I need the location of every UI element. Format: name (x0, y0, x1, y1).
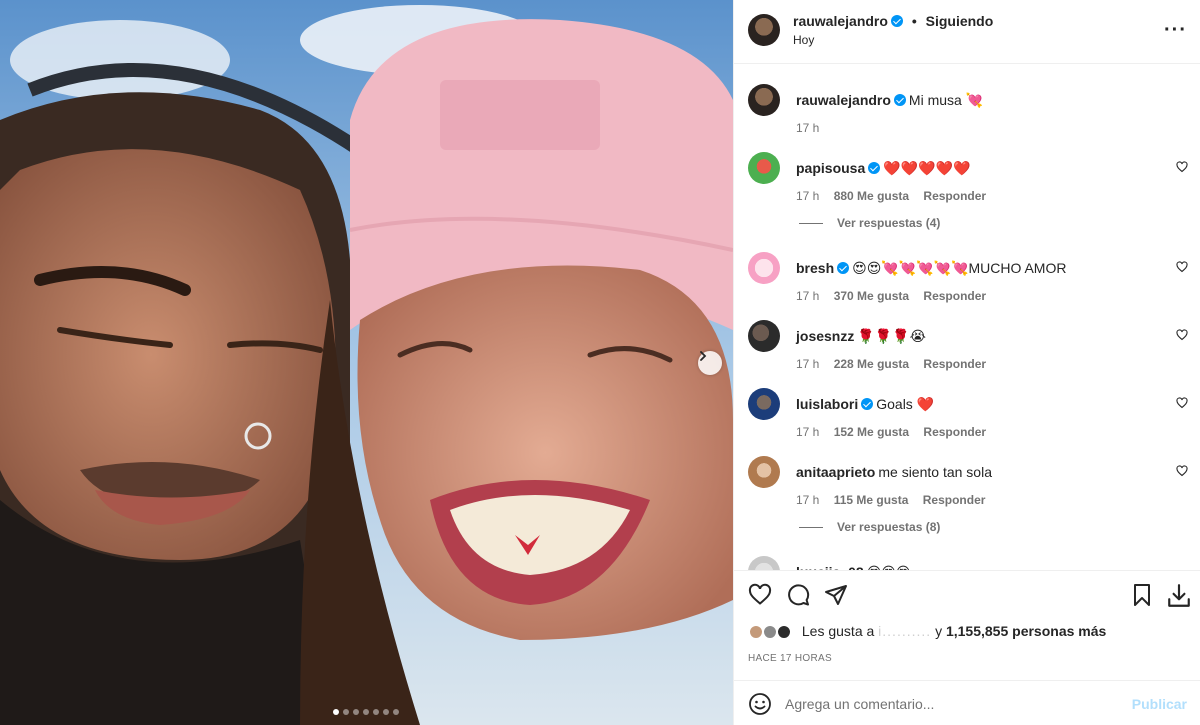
carousel-dot[interactable] (343, 709, 349, 715)
comment-time: 17 h (796, 357, 820, 371)
reply-button[interactable]: Responder (923, 357, 986, 371)
carousel-dot[interactable] (333, 709, 339, 715)
liker-avatars (748, 624, 798, 640)
commenter-username[interactable]: anitaaprieto (796, 464, 875, 480)
caption-username[interactable]: rauwalejandro (796, 92, 891, 108)
commenter-avatar[interactable] (748, 252, 780, 284)
post-header: rauwalejandro • Siguiendo Hoy ··· (734, 0, 1200, 64)
post-actions: Les gusta a i.......... y 1,155,855 pers… (734, 570, 1200, 680)
verified-icon (861, 398, 874, 410)
comment-likes[interactable]: 880 Me gusta (834, 189, 909, 203)
carousel-dots (333, 709, 399, 715)
commenter-avatar[interactable] (748, 152, 780, 184)
view-replies-button[interactable]: Ver respuestas (4) (799, 216, 940, 230)
verified-icon (890, 15, 903, 27)
like-comment-icon[interactable] (1176, 465, 1188, 477)
post-photo[interactable] (0, 0, 733, 725)
commenter-username[interactable]: josesnzz (796, 328, 854, 344)
comment-time: 17 h (796, 425, 820, 439)
reply-button[interactable]: Responder (923, 189, 986, 203)
reply-button[interactable]: Responder (923, 493, 986, 507)
likes-count[interactable]: 1,155,855 personas más (946, 623, 1106, 639)
commenter-username[interactable]: bresh (796, 260, 834, 276)
comment-text: 😍😍💘💘💘💘💘MUCHO AMOR (852, 260, 1067, 276)
carousel-dot[interactable] (383, 709, 389, 715)
chevron-right-icon (700, 351, 707, 361)
commenter-username[interactable]: papisousa (796, 160, 865, 176)
header-subtitle: Hoy (793, 33, 815, 47)
comment-text: Goals ❤️ (876, 396, 935, 412)
comment-icon[interactable] (786, 583, 810, 607)
comment-text: 🌹🌹🌹😭 (857, 328, 927, 344)
likes-conjunction: y (935, 623, 943, 639)
comment-likes[interactable]: 115 Me gusta (834, 493, 909, 507)
more-options-button[interactable]: ··· (1164, 20, 1187, 40)
bookmark-icon[interactable] (1130, 583, 1154, 607)
carousel-dot[interactable] (353, 709, 359, 715)
carousel-dot[interactable] (393, 709, 399, 715)
comments-list[interactable]: rauwalejandro Mi musa 💘 17 h papisousa ❤️❤… (734, 64, 1200, 570)
like-comment-icon[interactable] (1176, 161, 1188, 173)
comment-time: 17 h (796, 289, 820, 303)
send-icon[interactable] (824, 583, 848, 607)
comment-text: me siento tan sola (878, 464, 992, 480)
commenter-avatar[interactable] (748, 388, 780, 420)
like-comment-icon[interactable] (1176, 261, 1188, 273)
caption-text: Mi musa 💘 (908, 92, 984, 108)
post-comment-button[interactable]: Publicar (1132, 696, 1187, 712)
reply-button[interactable]: Responder (923, 289, 986, 303)
comment-likes[interactable]: 152 Me gusta (834, 425, 909, 439)
carousel-next-button[interactable] (698, 351, 722, 375)
carousel-dot[interactable] (363, 709, 369, 715)
liker-username[interactable]: i.......... (878, 623, 931, 639)
comment-likes[interactable]: 228 Me gusta (834, 357, 909, 371)
view-replies-button[interactable]: Ver respuestas (8) (799, 520, 940, 534)
like-comment-icon[interactable] (1176, 397, 1188, 409)
commenter-avatar[interactable] (748, 456, 780, 488)
comment-input[interactable] (785, 689, 1125, 719)
likes-summary[interactable]: Les gusta a i.......... y 1,155,855 pers… (748, 623, 1106, 640)
verified-icon (868, 162, 881, 174)
verified-icon (893, 94, 906, 106)
comment-time: 17 h (796, 493, 820, 507)
commenter-avatar[interactable] (748, 320, 780, 352)
caption-avatar[interactable] (748, 84, 780, 116)
post-side-panel: rauwalejandro • Siguiendo Hoy ··· rauwal… (733, 0, 1200, 725)
author-username[interactable]: rauwalejandro (793, 13, 888, 29)
comment-text: ❤️❤️❤️❤️❤️ (883, 160, 971, 176)
author-avatar[interactable] (748, 14, 780, 46)
like-comment-icon[interactable] (1176, 329, 1188, 341)
comment-composer: Publicar (734, 680, 1200, 725)
header-separator: • (911, 13, 917, 29)
comment-likes[interactable]: 370 Me gusta (834, 289, 909, 303)
more-horizontal-icon: ··· (1164, 19, 1187, 41)
verified-icon (837, 262, 850, 274)
photo-illustration (0, 0, 733, 725)
comment-time: 17 h (796, 189, 820, 203)
post-timestamp: HACE 17 HORAS (748, 653, 832, 664)
following-button[interactable]: Siguiendo (926, 13, 994, 29)
commenter-avatar[interactable] (748, 556, 780, 570)
smiley-icon[interactable] (748, 692, 772, 716)
commenter-username[interactable]: luislabori (796, 396, 858, 412)
heart-icon[interactable] (748, 583, 772, 607)
caption-time: 17 h (796, 121, 820, 135)
download-icon[interactable] (1166, 583, 1192, 609)
reply-button[interactable]: Responder (923, 425, 986, 439)
carousel-dot[interactable] (373, 709, 379, 715)
likes-prefix: Les gusta a (801, 623, 875, 639)
